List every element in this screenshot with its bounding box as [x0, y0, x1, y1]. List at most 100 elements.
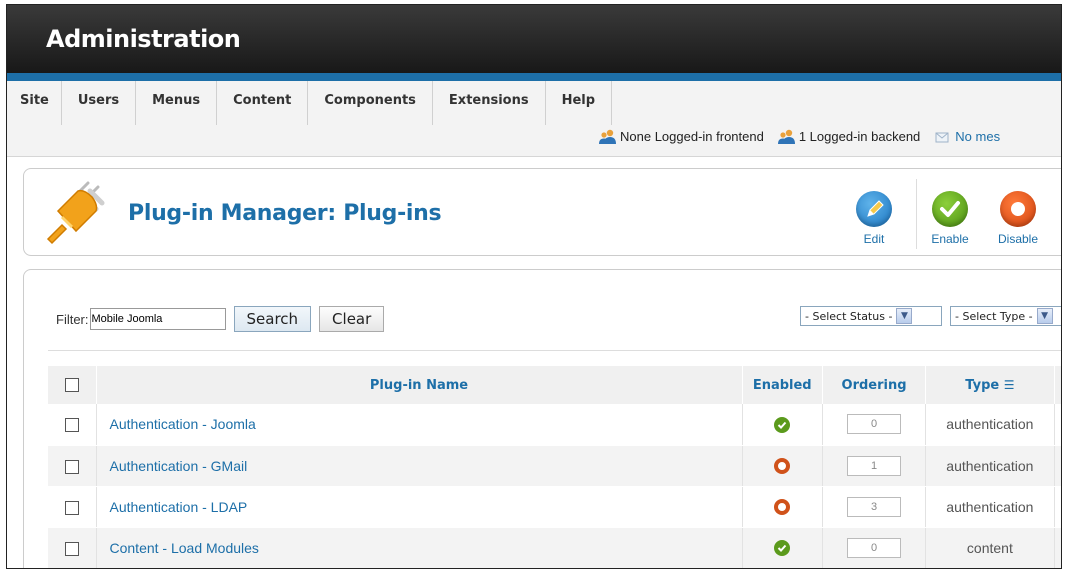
status-select-value: - Select Status - [805, 309, 893, 323]
menu-bar: Site Users Menus Content Components Exte… [7, 81, 1061, 157]
status-select[interactable]: - Select Status - ▼ [800, 306, 942, 326]
backend-status-text: 1 Logged-in backend [798, 129, 921, 144]
plugin-table: Plug-in Name Enabled Ordering Type ☰ Aut… [48, 366, 1061, 568]
menu-item-help[interactable]: Help [546, 81, 613, 125]
row-checkbox[interactable] [64, 418, 79, 433]
pencil-icon [856, 191, 892, 227]
plugin-name-link[interactable]: Authentication - Joomla [96, 404, 743, 446]
type-cell: authentication [925, 445, 1055, 487]
ordering-input[interactable]: 1 [847, 455, 902, 476]
header-accent-strip [7, 73, 1061, 81]
users-icon [599, 129, 617, 144]
column-header-extra [1054, 366, 1061, 404]
chevron-down-icon[interactable]: ▼ [1036, 308, 1053, 324]
backend-status: 1 Logged-in backend [777, 129, 921, 144]
ordering-input[interactable]: 3 [847, 496, 902, 517]
type-select[interactable]: - Select Type - ▼ [950, 306, 1061, 326]
app-title: Administration [46, 25, 241, 53]
enabled-cell [742, 445, 823, 487]
column-header-name[interactable]: Plug-in Name [96, 366, 743, 404]
column-header-ordering[interactable]: Ordering [822, 366, 927, 404]
plugin-name-link[interactable]: Authentication - LDAP [96, 486, 743, 528]
disable-label: Disable [997, 232, 1039, 246]
menu-item-components[interactable]: Components [308, 81, 433, 125]
divider [48, 350, 1061, 351]
type-cell: authentication [925, 404, 1055, 446]
search-button[interactable]: Search [233, 306, 312, 332]
select-all-checkbox[interactable] [64, 378, 79, 392]
disable-button[interactable]: Disable [990, 181, 1046, 251]
mail-icon [934, 129, 952, 144]
sort-icon: ☰ [1003, 377, 1015, 392]
toolbar-separator [916, 179, 917, 249]
disabled-icon[interactable] [774, 458, 791, 475]
enabled-cell [742, 404, 823, 446]
ordering-cell: 0 [822, 527, 927, 568]
frontend-status: None Logged-in frontend [599, 129, 764, 144]
edit-button[interactable]: Edit [846, 181, 902, 251]
plug-icon [40, 181, 108, 247]
column-header-type[interactable]: Type ☰ [925, 366, 1055, 404]
table-row: Authentication - Joomla 0 authentication [48, 404, 1061, 446]
extra-cell [1054, 404, 1061, 446]
plugin-name-link[interactable]: Authentication - GMail [96, 445, 743, 487]
menu-item-extensions[interactable]: Extensions [433, 81, 546, 125]
enable-button[interactable]: Enable [922, 181, 978, 251]
type-cell: content [925, 527, 1055, 568]
select-all-cell [48, 366, 97, 404]
disabled-icon[interactable] [774, 499, 791, 516]
extra-cell [1054, 445, 1061, 487]
row-select-cell [48, 445, 97, 487]
menu-item-menus[interactable]: Menus [136, 81, 218, 125]
table-row: Authentication - GMail 1 authentication [48, 445, 1061, 487]
plugin-name-link[interactable]: Content - Load Modules [96, 527, 743, 568]
row-select-cell [48, 527, 97, 568]
admin-window: Administration Site Users Menus Content … [6, 4, 1062, 569]
header-bar: Administration [7, 5, 1061, 73]
ordering-cell: 3 [822, 486, 927, 528]
type-cell: authentication [925, 486, 1055, 528]
row-select-cell [48, 486, 97, 528]
extra-cell [1054, 527, 1061, 568]
frontend-status-text: None Logged-in frontend [620, 129, 764, 144]
enabled-icon[interactable] [774, 540, 791, 557]
filter-input[interactable] [89, 308, 226, 330]
row-checkbox[interactable] [64, 500, 79, 515]
row-checkbox[interactable] [64, 541, 79, 556]
ordering-cell: 1 [822, 445, 927, 487]
filter-bar: Filter: Search Clear [56, 306, 385, 332]
ordering-cell: 0 [822, 404, 927, 446]
type-select-value: - Select Type - [955, 309, 1033, 323]
row-checkbox[interactable] [64, 459, 79, 474]
toolbar-panel: Plug-in Manager: Plug-ins Edit Enable Di… [23, 168, 1061, 256]
ordering-input[interactable]: 0 [847, 414, 902, 435]
enabled-icon[interactable] [774, 416, 791, 433]
checkmark-icon [932, 191, 968, 227]
clear-button[interactable]: Clear [319, 306, 385, 332]
login-status: None Logged-in frontend 1 Logged-in back… [599, 129, 1014, 144]
ordering-input[interactable]: 0 [847, 537, 902, 558]
main-menu: Site Users Menus Content Components Exte… [7, 81, 613, 125]
page-title: Plug-in Manager: Plug-ins [128, 201, 442, 226]
table-row: Content - Load Modules 0 content [48, 527, 1061, 568]
table-header-row: Plug-in Name Enabled Ordering Type ☰ [48, 366, 1061, 404]
enable-label: Enable [931, 232, 969, 246]
filter-label: Filter: [56, 311, 89, 327]
table-row: Authentication - LDAP 3 authentication [48, 486, 1061, 528]
messages-status[interactable]: No mes [934, 129, 1000, 144]
messages-link[interactable]: No mes [955, 129, 1000, 144]
menu-item-site[interactable]: Site [7, 81, 62, 125]
enabled-cell [742, 527, 823, 568]
menu-item-content[interactable]: Content [217, 81, 309, 125]
row-select-cell [48, 404, 97, 446]
extra-cell [1054, 486, 1061, 528]
column-header-type-label: Type [965, 377, 1000, 393]
chevron-down-icon[interactable]: ▼ [896, 308, 913, 324]
disable-icon [1000, 191, 1036, 227]
users-icon [777, 129, 796, 144]
column-header-enabled[interactable]: Enabled [742, 366, 823, 404]
plugin-list-panel: Filter: Search Clear - Select Status - ▼… [23, 269, 1061, 568]
menu-item-users[interactable]: Users [62, 81, 137, 125]
enabled-cell [742, 486, 823, 528]
edit-label: Edit [863, 232, 885, 246]
